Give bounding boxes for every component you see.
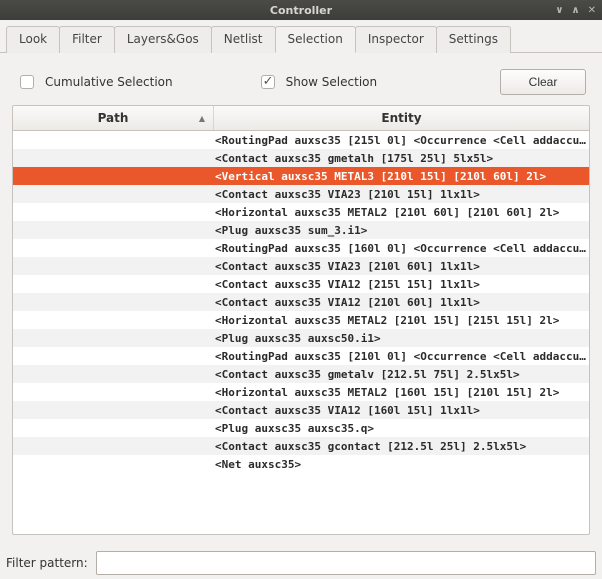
cell-entity: <Contact auxsc35 VIA12 [160l 15l] 1lx1l> [213,404,589,417]
cell-path [13,347,213,365]
cell-entity: <RoutingPad auxsc35 [215l 0l] <Occurrenc… [213,134,589,147]
cell-entity: <Contact auxsc35 VIA23 [210l 15l] 1lx1l> [213,188,589,201]
column-header-path[interactable]: Path ▲ [13,106,214,130]
cell-path [13,275,213,293]
tab-selection[interactable]: Selection [275,26,356,53]
minimize-icon[interactable]: ∨ [555,5,563,16]
close-icon[interactable]: ✕ [588,5,596,16]
cell-path [13,437,213,455]
cell-entity: <Horizontal auxsc35 METAL2 [160l 15l] [2… [213,386,589,399]
tab-bar: LookFilterLayers&GosNetlistSelectionInsp… [0,20,602,53]
cell-path [13,401,213,419]
window-title: Controller [270,4,332,17]
maximize-icon[interactable]: ∧ [571,5,579,16]
cell-entity: <RoutingPad auxsc35 [160l 0l] <Occurrenc… [213,242,589,255]
cell-entity: <Contact auxsc35 gmetalh [175l 25l] 5lx5… [213,152,589,165]
table-row[interactable]: <Vertical auxsc35 METAL3 [210l 15l] [210… [13,167,589,185]
table-row[interactable]: <Contact auxsc35 gmetalv [212.5l 75l] 2.… [13,365,589,383]
cell-path [13,365,213,383]
table-row[interactable]: <Contact auxsc35 gcontact [212.5l 25l] 2… [13,437,589,455]
cumulative-selection-label: Cumulative Selection [45,75,173,89]
cell-entity: <RoutingPad auxsc35 [210l 0l] <Occurrenc… [213,350,589,363]
clear-button[interactable]: Clear [500,69,586,95]
cell-entity: <Horizontal auxsc35 METAL2 [210l 15l] [2… [213,314,589,327]
cell-path [13,185,213,203]
column-header-entity[interactable]: Entity [214,111,589,125]
cell-entity: <Horizontal auxsc35 METAL2 [210l 60l] [2… [213,206,589,219]
show-selection-label: Show Selection [286,75,378,89]
tab-content-selection: Cumulative Selection Show Selection Clea… [0,53,602,545]
show-selection-checkbox[interactable]: Show Selection [257,72,378,92]
cell-path [13,239,213,257]
cell-path [13,221,213,239]
table-row[interactable]: <Contact auxsc35 VIA12 [215l 15l] 1lx1l> [13,275,589,293]
cumulative-selection-input[interactable] [20,75,34,89]
table-row[interactable]: <Horizontal auxsc35 METAL2 [160l 15l] [2… [13,383,589,401]
table-row[interactable]: <Plug auxsc35 sum_3.i1> [13,221,589,239]
table-row[interactable]: <Contact auxsc35 VIA12 [210l 60l] 1lx1l> [13,293,589,311]
cell-entity: <Net auxsc35> [213,458,589,471]
cell-entity: <Plug auxsc35 sum_3.i1> [213,224,589,237]
table-row[interactable]: <Plug auxsc35 auxsc50.i1> [13,329,589,347]
title-bar: Controller ∨ ∧ ✕ [0,0,602,20]
tab-filter[interactable]: Filter [59,26,115,53]
cell-path [13,383,213,401]
table-row[interactable]: <Horizontal auxsc35 METAL2 [210l 15l] [2… [13,311,589,329]
table-header: Path ▲ Entity [13,106,589,131]
cumulative-selection-checkbox[interactable]: Cumulative Selection [16,72,173,92]
table-row[interactable]: <Contact auxsc35 VIA23 [210l 15l] 1lx1l> [13,185,589,203]
filter-row: Filter pattern: [0,545,602,579]
cell-path [13,257,213,275]
table-row[interactable]: <RoutingPad auxsc35 [160l 0l] <Occurrenc… [13,239,589,257]
cell-entity: <Contact auxsc35 VIA12 [215l 15l] 1lx1l> [213,278,589,291]
tab-layers-gos[interactable]: Layers&Gos [114,26,212,53]
cell-path [13,311,213,329]
cell-entity: <Plug auxsc35 auxsc50.i1> [213,332,589,345]
cell-path [13,419,213,437]
tab-look[interactable]: Look [6,26,60,53]
cell-path [13,293,213,311]
cell-entity: <Contact auxsc35 VIA23 [210l 60l] 1lx1l> [213,260,589,273]
selection-toolbar: Cumulative Selection Show Selection Clea… [12,63,590,105]
cell-entity: <Plug auxsc35 auxsc35.q> [213,422,589,435]
cell-path [13,167,213,185]
show-selection-input[interactable] [261,75,275,89]
tab-inspector[interactable]: Inspector [355,26,437,53]
table-row[interactable]: <Net auxsc35> [13,455,589,473]
cell-path [13,455,213,473]
tab-settings[interactable]: Settings [436,26,511,53]
sort-asc-icon: ▲ [199,114,205,123]
cell-entity: <Contact auxsc35 VIA12 [210l 60l] 1lx1l> [213,296,589,309]
filter-label: Filter pattern: [6,556,88,570]
cell-entity: <Contact auxsc35 gmetalv [212.5l 75l] 2.… [213,368,589,381]
cell-path [13,329,213,347]
table-row[interactable]: <Contact auxsc35 VIA23 [210l 60l] 1lx1l> [13,257,589,275]
table-row[interactable]: <Horizontal auxsc35 METAL2 [210l 60l] [2… [13,203,589,221]
cell-path [13,203,213,221]
selection-table: Path ▲ Entity <RoutingPad auxsc35 [215l … [12,105,590,535]
table-row[interactable]: <RoutingPad auxsc35 [210l 0l] <Occurrenc… [13,347,589,365]
table-row[interactable]: <Contact auxsc35 gmetalh [175l 25l] 5lx5… [13,149,589,167]
cell-path [13,149,213,167]
cell-entity: <Vertical auxsc35 METAL3 [210l 15l] [210… [213,170,589,183]
tab-netlist[interactable]: Netlist [211,26,276,53]
filter-input[interactable] [96,551,596,575]
table-row[interactable]: <Contact auxsc35 VIA12 [160l 15l] 1lx1l> [13,401,589,419]
table-row[interactable]: <RoutingPad auxsc35 [215l 0l] <Occurrenc… [13,131,589,149]
table-body[interactable]: <RoutingPad auxsc35 [215l 0l] <Occurrenc… [13,131,589,534]
cell-entity: <Contact auxsc35 gcontact [212.5l 25l] 2… [213,440,589,453]
cell-path [13,131,213,149]
table-row[interactable]: <Plug auxsc35 auxsc35.q> [13,419,589,437]
